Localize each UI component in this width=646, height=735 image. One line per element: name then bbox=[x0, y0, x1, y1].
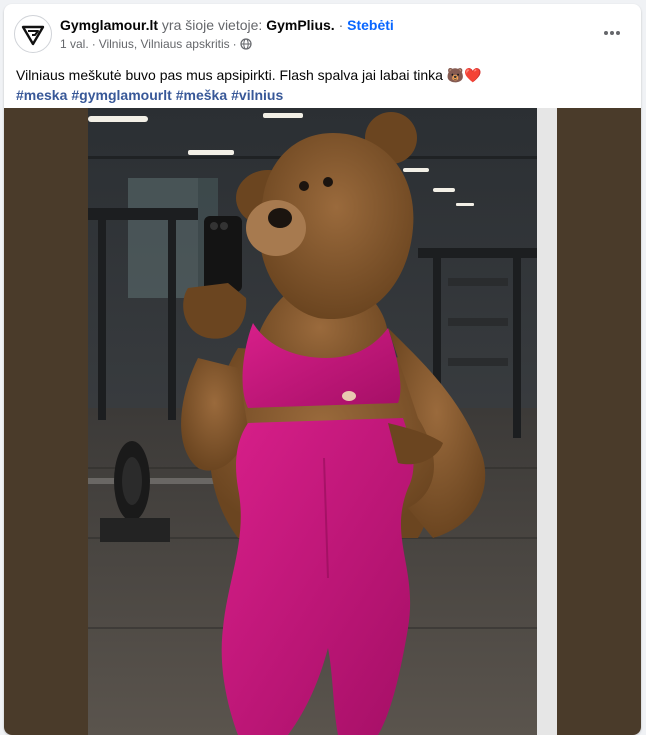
bear-gym-selfie-photo[interactable] bbox=[88, 108, 557, 735]
post-caption: Vilniaus meškutė buvo pas mus apsipirkti… bbox=[16, 65, 629, 105]
more-options-icon bbox=[604, 31, 620, 35]
post-meta: Gymglamour.lt yra šioje vietoje: GymPliu… bbox=[60, 16, 591, 52]
page-name-link[interactable]: Gymglamour.lt bbox=[60, 17, 158, 33]
page-avatar[interactable] bbox=[14, 15, 52, 53]
hashtag-link[interactable]: #meška bbox=[176, 87, 227, 103]
follow-button[interactable]: Stebėti bbox=[347, 17, 394, 33]
checkin-text: yra šioje vietoje: bbox=[161, 17, 263, 33]
separator-dot: · bbox=[232, 37, 237, 51]
post-header: Gymglamour.lt yra šioje vietoje: GymPliu… bbox=[4, 4, 641, 62]
post-title-line: Gymglamour.lt yra šioje vietoje: GymPliu… bbox=[60, 16, 591, 34]
post-card: Gymglamour.lt yra šioje vietoje: GymPliu… bbox=[4, 4, 641, 735]
place-link[interactable]: GymPlius. bbox=[266, 17, 334, 33]
post-time-link[interactable]: 1 val. bbox=[60, 36, 89, 52]
location-link[interactable]: Vilnius, Vilniaus apskritis bbox=[99, 36, 230, 52]
caption-text: Vilniaus meškutė buvo pas mus apsipirkti… bbox=[16, 67, 482, 83]
hashtag-link[interactable]: #gymglamourlt bbox=[71, 87, 171, 103]
separator-dot: · bbox=[338, 17, 344, 33]
hashtag-link[interactable]: #vilnius bbox=[231, 87, 283, 103]
more-options-button[interactable] bbox=[597, 18, 627, 48]
post-media bbox=[4, 108, 641, 735]
hashtag-list: #meska #gymglamourlt #meška #vilnius bbox=[16, 85, 629, 105]
gymglamour-logo-icon bbox=[21, 25, 45, 46]
post-subline: 1 val. · Vilnius, Vilniaus apskritis · bbox=[60, 36, 591, 52]
globe-icon[interactable] bbox=[240, 38, 252, 50]
hashtag-link[interactable]: #meska bbox=[16, 87, 67, 103]
separator-dot: · bbox=[91, 37, 96, 51]
